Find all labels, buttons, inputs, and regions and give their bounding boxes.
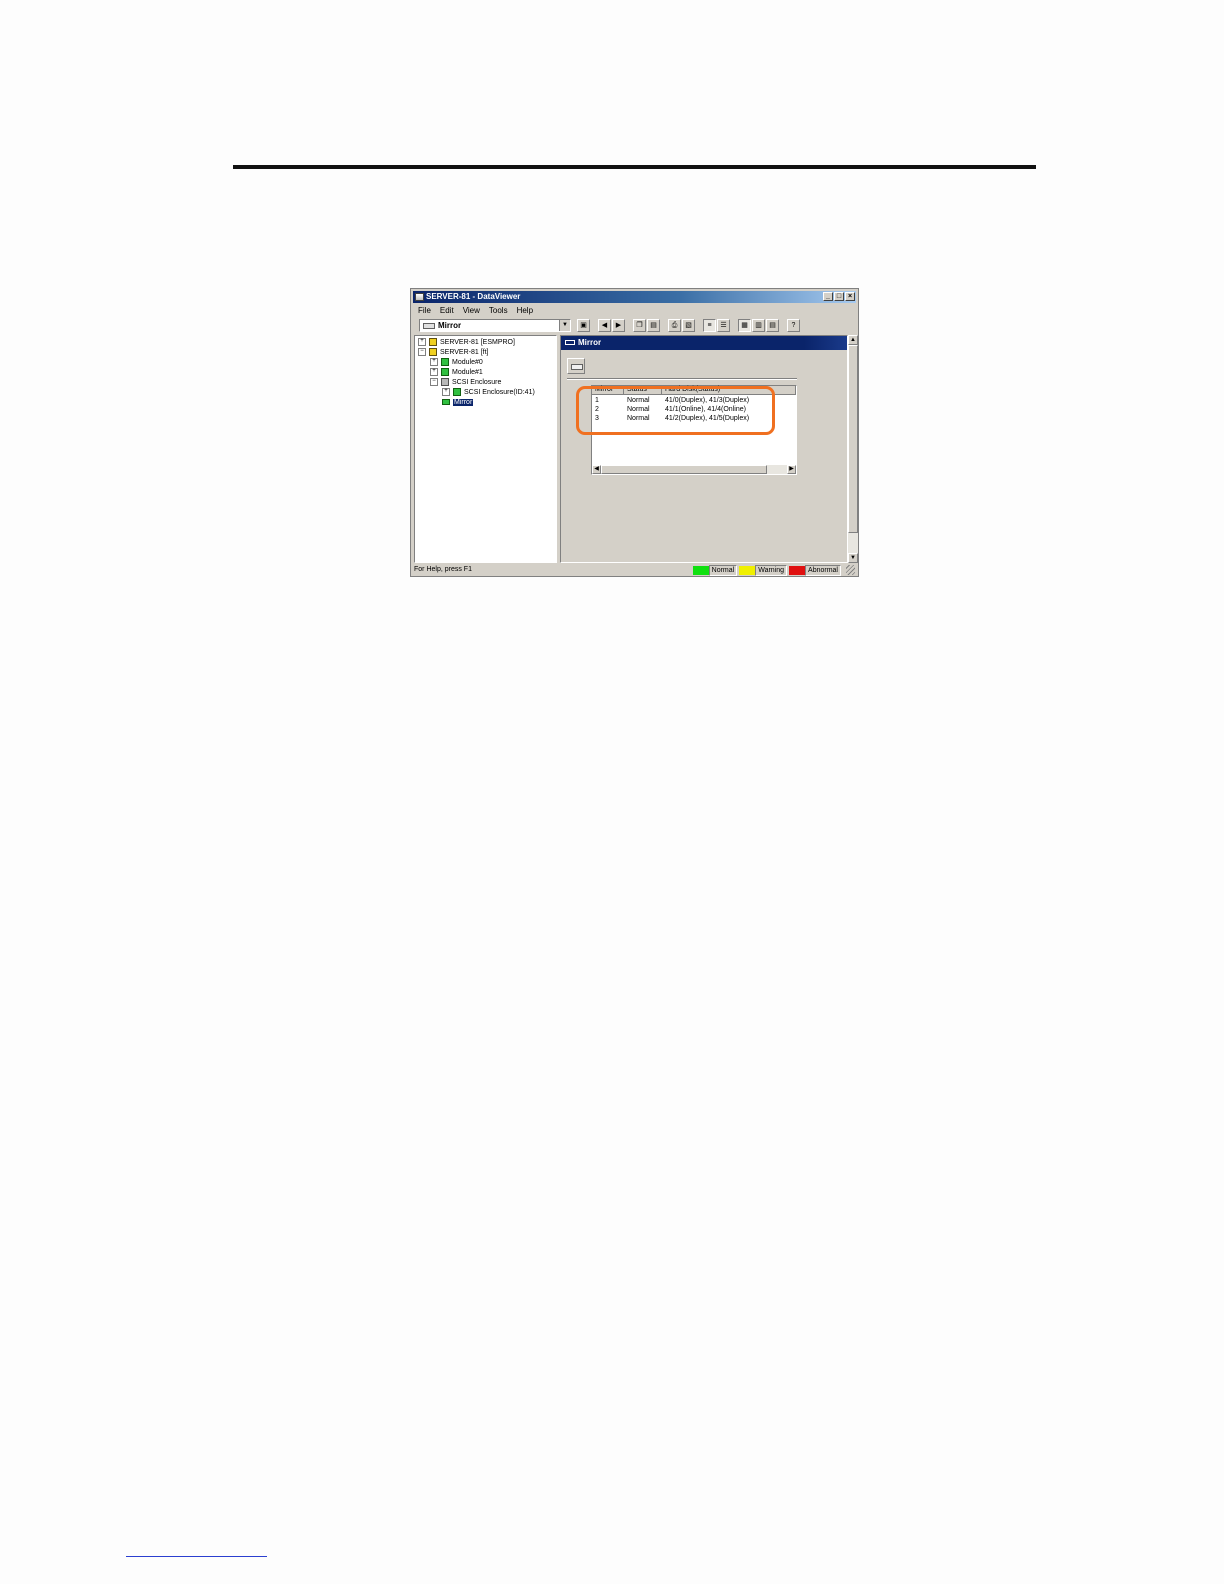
menu-tools[interactable]: Tools: [489, 305, 508, 317]
scroll-up-icon[interactable]: ▲: [848, 335, 858, 345]
collapse-icon[interactable]: −: [430, 378, 438, 387]
warning-swatch: [739, 565, 756, 575]
legend-abnormal: Abnormal: [805, 564, 841, 576]
page-header-rule: [233, 165, 1036, 169]
status-legend: Normal Warning Abnormal: [692, 564, 843, 576]
close-button[interactable]: ×: [845, 292, 855, 301]
menu-help[interactable]: Help: [517, 305, 533, 317]
menu-file[interactable]: File: [418, 305, 431, 317]
tree-node-label: SERVER-81 [ft]: [440, 349, 489, 356]
vertical-scrollbar[interactable]: ▲ ▼: [848, 335, 858, 563]
legend-warning: Warning: [755, 564, 788, 576]
tree-view[interactable]: + SERVER-81 [ESMPRO] − SERVER-81 [ft] + Mod…: [414, 335, 557, 563]
expand-icon[interactable]: +: [430, 358, 438, 367]
highlight-callout: [576, 386, 775, 435]
collapse-icon[interactable]: −: [418, 348, 426, 357]
sort-ascending-button[interactable]: ≡: [703, 319, 716, 332]
print-preview-button[interactable]: ▧: [682, 319, 695, 332]
scroll-thumb[interactable]: [601, 465, 767, 474]
scroll-down-icon[interactable]: ▼: [848, 553, 858, 563]
tree-node-label: Module#0: [452, 359, 483, 366]
enclosure-icon: [441, 378, 449, 387]
tree-node-scsi-enclosure[interactable]: − SCSI Enclosure: [430, 378, 501, 388]
menu-view[interactable]: View: [463, 305, 480, 317]
divider: [567, 378, 797, 380]
large-icons-button[interactable]: ▦: [738, 319, 751, 332]
window-title: SERVER-81 - DataViewer: [426, 292, 521, 301]
toolbar: Mirror ▼ ▣ ◀ ▶ ❐ ▤ ⎙ ▧ ≡ ☰ ▦ ▥ ▤ ?: [415, 319, 854, 333]
enclosure-icon: [453, 388, 461, 397]
expand-icon[interactable]: +: [418, 338, 426, 347]
tree-node-label: SCSI Enclosure(ID:41): [464, 389, 535, 396]
tree-node-scsi-enclosure-41[interactable]: + SCSI Enclosure(ID:41): [442, 388, 535, 398]
resize-grip-icon[interactable]: [846, 565, 855, 575]
status-help-text: For Help, press F1: [414, 566, 472, 573]
tree-node-label: SERVER-81 [ESMPRO]: [440, 339, 515, 346]
tree-node-module1[interactable]: + Module#1: [430, 368, 483, 378]
detail-pane-title: Mirror: [578, 338, 602, 347]
tree-node-label: SCSI Enclosure: [452, 379, 502, 386]
detail-pane-header: Mirror: [561, 336, 847, 350]
help-context-button[interactable]: ?: [787, 319, 800, 332]
server-icon: [429, 348, 437, 357]
tree-node-mirror[interactable]: Mirror: [442, 398, 474, 408]
print-button[interactable]: ⎙: [668, 319, 681, 332]
view-selector-value: Mirror: [438, 321, 462, 330]
scroll-thumb[interactable]: [848, 345, 858, 533]
folder-up-button[interactable]: ▣: [577, 319, 590, 332]
module-icon: [441, 368, 449, 377]
tree-node-label: Module#1: [452, 369, 483, 376]
menu-edit[interactable]: Edit: [440, 305, 454, 317]
scroll-left-icon[interactable]: ◀: [592, 465, 601, 474]
view-selector-combo[interactable]: Mirror ▼: [419, 319, 571, 332]
small-icons-button[interactable]: ▥: [752, 319, 765, 332]
scroll-right-icon[interactable]: ▶: [787, 465, 796, 474]
tree-node-ft-server[interactable]: − SERVER-81 [ft]: [418, 348, 489, 358]
back-button[interactable]: ◀: [598, 319, 611, 332]
sort-list-button[interactable]: ☰: [717, 319, 730, 332]
horizontal-scrollbar[interactable]: ◀ ▶: [592, 465, 796, 474]
mirror-icon: [442, 399, 450, 406]
expand-icon[interactable]: +: [442, 388, 450, 397]
mirror-large-icon[interactable]: [567, 358, 585, 374]
details-view-button[interactable]: ▤: [766, 319, 779, 332]
tree-node-module0[interactable]: + Module#0: [430, 358, 483, 368]
status-bar: For Help, press F1 Normal Warning Abnorm…: [414, 564, 855, 576]
expand-icon[interactable]: +: [430, 368, 438, 377]
forward-button[interactable]: ▶: [612, 319, 625, 332]
legend-normal: Normal: [708, 564, 738, 576]
app-icon: [415, 293, 424, 301]
copy-button[interactable]: ❐: [633, 319, 646, 332]
server-icon: [429, 338, 437, 347]
mirror-icon: [423, 322, 435, 329]
properties-button[interactable]: ▤: [647, 319, 660, 332]
minimize-button[interactable]: _: [823, 292, 833, 301]
detail-pane: Mirror Mirror Status Hard Disk(Status) 1…: [560, 335, 848, 563]
menu-bar: File Edit View Tools Help: [415, 305, 533, 317]
tree-node-esmpro[interactable]: + SERVER-81 [ESMPRO]: [418, 338, 515, 348]
dataviewer-window: SERVER-81 - DataViewer _ □ × File Edit V…: [410, 288, 859, 577]
normal-swatch: [692, 565, 709, 575]
chevron-down-icon[interactable]: ▼: [559, 320, 570, 331]
tree-node-label: Mirror: [453, 399, 474, 406]
mirror-icon: [565, 340, 575, 346]
maximize-button[interactable]: □: [834, 292, 844, 301]
module-icon: [441, 358, 449, 367]
title-bar[interactable]: SERVER-81 - DataViewer _ □ ×: [413, 291, 856, 303]
footer-link-underline: [126, 1556, 267, 1557]
abnormal-swatch: [789, 565, 806, 575]
